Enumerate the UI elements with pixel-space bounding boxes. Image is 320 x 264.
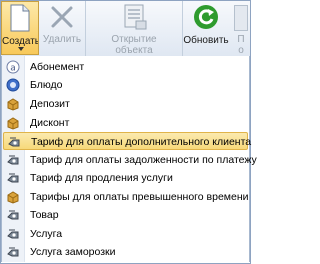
menu-item-label: Тариф для продления услуги (30, 172, 173, 184)
menu-item-label: Депозит (30, 98, 70, 110)
menu-item-label: Дисконт (30, 117, 70, 129)
menu-item-label: Услуга заморозки (30, 246, 116, 258)
menu-item[interactable]: Тарифы для оплаты превышенного времени (3, 188, 249, 206)
delete-button[interactable]: Удалить (39, 1, 86, 56)
ribbon-toolbar: Создать Удалить Открытие объекта Обновит… (1, 1, 250, 57)
menu-item[interactable]: Абонемент (3, 58, 248, 76)
dish-icon (6, 78, 20, 92)
tariff-icon (6, 208, 20, 222)
open-object-label: Открытие объекта (111, 34, 157, 56)
menu-item[interactable]: Услуга (3, 225, 248, 243)
next-label: П о (237, 34, 245, 56)
menu-item[interactable]: Дисконт (3, 114, 248, 132)
new-document-icon (10, 4, 30, 32)
next-button[interactable]: П о (230, 1, 250, 56)
tariff-icon (6, 153, 20, 167)
menu-item-label: Услуга (30, 228, 63, 240)
chevron-down-icon (18, 47, 24, 51)
menu-item[interactable]: Депозит (3, 95, 248, 113)
menu-item-label: Абонемент (30, 61, 85, 73)
menu-item-label: Тариф для оплаты дополнительного клиента (31, 136, 252, 148)
box-icon (6, 190, 20, 204)
menu-item-label: Товар (30, 209, 59, 221)
next-icon (234, 5, 248, 31)
box-icon (6, 97, 20, 111)
menu-item-label: Блюдо (30, 79, 63, 91)
refresh-icon (194, 5, 218, 29)
delete-label: Удалить (42, 34, 82, 45)
refresh-button[interactable]: Обновить (183, 1, 229, 56)
menu-item[interactable]: Блюдо (3, 76, 248, 94)
subscription-icon (6, 60, 20, 74)
tariff-icon (7, 135, 21, 149)
menu-item[interactable]: Товар (3, 206, 248, 224)
menu-item[interactable]: Тариф для оплаты дополнительного клиента (3, 132, 252, 150)
menu-item-label: Тариф для оплаты задолженности по платеж… (30, 154, 257, 166)
create-label: Создать (2, 36, 38, 47)
menu-item-label: Тарифы для оплаты превышенного времени (30, 191, 249, 203)
menu-item[interactable]: Тариф для продления услуги (3, 169, 248, 187)
tariff-icon (6, 245, 20, 259)
menu-item[interactable]: Тариф для оплаты задолженности по платеж… (3, 151, 257, 169)
open-object-icon (124, 4, 147, 30)
create-dropdown-menu: Абонемент Блюдо Депозит Дисконт Тариф для оп… (1, 56, 257, 262)
create-button[interactable]: Создать (1, 1, 39, 55)
refresh-label: Обновить (183, 35, 229, 46)
delete-icon (51, 6, 73, 28)
tariff-icon (6, 171, 20, 185)
menu-item[interactable]: Услуга заморозки (3, 243, 248, 261)
open-object-button[interactable]: Открытие объекта (86, 1, 183, 56)
tariff-icon (6, 227, 20, 241)
box-icon (6, 116, 20, 130)
